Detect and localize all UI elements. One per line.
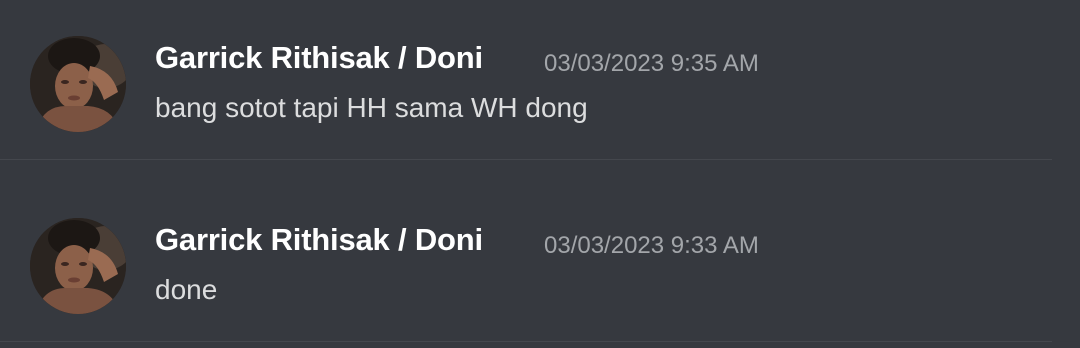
message-divider bbox=[0, 159, 1052, 160]
message-divider bbox=[0, 341, 1052, 342]
timestamp: 03/03/2023 9:33 AM bbox=[544, 232, 759, 259]
chat-message[interactable]: Garrick Rithisak / Doni 03/03/2023 9:33 … bbox=[0, 208, 1080, 328]
message-text: done bbox=[155, 274, 218, 305]
username[interactable]: Garrick Rithisak / Doni bbox=[155, 222, 483, 258]
chat-log: Garrick Rithisak / Doni 03/03/2023 9:35 … bbox=[0, 0, 1080, 348]
message-text: bang sotot tapi HH sama WH dong bbox=[155, 92, 588, 123]
chat-message[interactable]: Garrick Rithisak / Doni 03/03/2023 9:35 … bbox=[0, 26, 1080, 146]
timestamp: 03/03/2023 9:35 AM bbox=[544, 50, 759, 77]
avatar[interactable] bbox=[30, 218, 126, 314]
avatar[interactable] bbox=[30, 36, 126, 132]
username[interactable]: Garrick Rithisak / Doni bbox=[155, 40, 483, 76]
